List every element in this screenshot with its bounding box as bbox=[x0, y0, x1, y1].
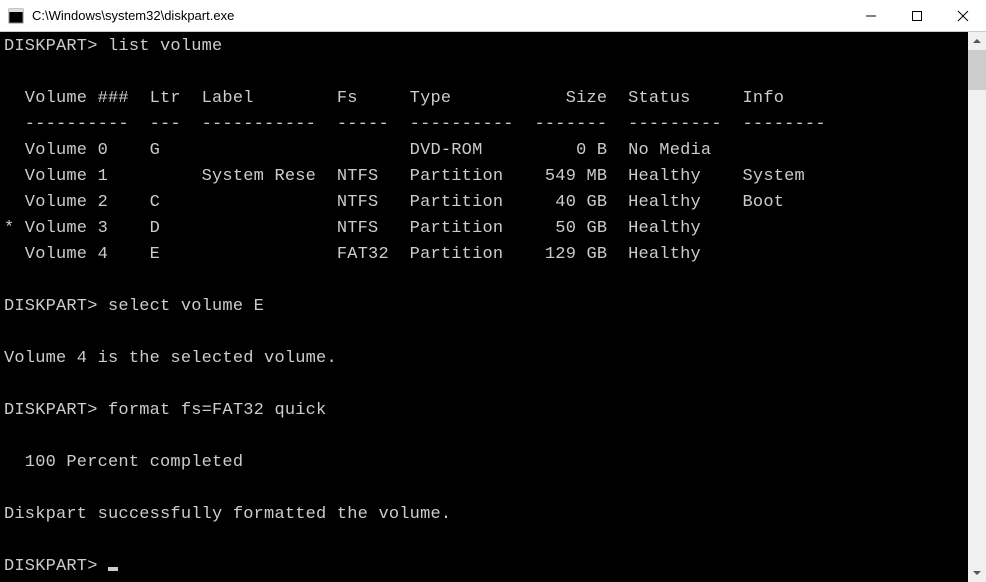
minimize-button[interactable] bbox=[848, 0, 894, 31]
window-title: C:\Windows\system32\diskpart.exe bbox=[32, 8, 848, 23]
scroll-up-arrow[interactable] bbox=[968, 32, 986, 50]
terminal-output[interactable]: DISKPART> list volume Volume ### Ltr Lab… bbox=[0, 32, 968, 582]
maximize-button[interactable] bbox=[894, 0, 940, 31]
window-titlebar: C:\Windows\system32\diskpart.exe bbox=[0, 0, 986, 32]
scroll-thumb[interactable] bbox=[968, 50, 986, 90]
cursor bbox=[108, 567, 118, 571]
app-icon bbox=[8, 8, 24, 24]
client-area: DISKPART> list volume Volume ### Ltr Lab… bbox=[0, 32, 986, 582]
window-controls bbox=[848, 0, 986, 31]
current-prompt: DISKPART> bbox=[4, 557, 108, 576]
close-button[interactable] bbox=[940, 0, 986, 31]
vertical-scrollbar[interactable] bbox=[968, 32, 986, 582]
scroll-down-arrow[interactable] bbox=[968, 564, 986, 582]
